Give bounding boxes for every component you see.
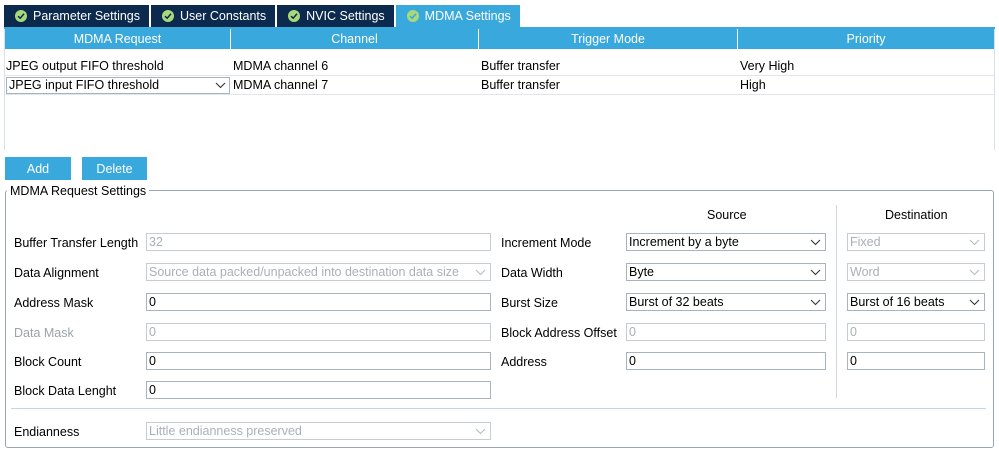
destination-burst-size-value: Burst of 16 beats (850, 295, 945, 309)
source-address-field[interactable]: 0 (626, 352, 826, 370)
address-label: Address (501, 355, 547, 369)
group-title: MDMA Request Settings (7, 184, 150, 198)
column-header-priority[interactable]: Priority (738, 29, 994, 49)
data-alignment-value: Source data packed/unpacked into destina… (149, 265, 459, 279)
tab-mdma-settings[interactable]: MDMA Settings (395, 5, 520, 27)
endianness-select: Little endianness preserved (146, 422, 491, 440)
request-select[interactable]: JPEG input FIFO threshold (6, 76, 230, 94)
check-icon (15, 10, 27, 22)
block-address-offset-label: Block Address Offset (501, 326, 617, 340)
chevron-down-icon (969, 299, 980, 305)
check-icon (162, 10, 174, 22)
cell-channel: MDMA channel 6 (233, 59, 329, 73)
data-width-label: Data Width (501, 266, 563, 280)
table-row[interactable]: JPEG input FIFO threshold MDMA channel 7… (5, 76, 994, 95)
source-block-address-offset-field: 0 (626, 323, 826, 341)
source-increment-mode-value: Increment by a byte (629, 235, 739, 249)
cell-request: JPEG output FIFO threshold (6, 59, 164, 73)
block-data-length-label: Block Data Lenght (14, 384, 117, 398)
add-button[interactable]: Add (5, 157, 71, 180)
delete-button[interactable]: Delete (82, 157, 147, 180)
check-icon (406, 10, 419, 22)
section-divider (11, 408, 986, 409)
cell-priority: High (740, 78, 766, 92)
cell-request: JPEG input FIFO threshold (5, 76, 231, 94)
chevron-down-icon (475, 269, 486, 275)
address-mask-field[interactable]: 0 (146, 293, 491, 311)
block-count-label: Block Count (14, 355, 82, 369)
mdma-request-settings-group (5, 190, 994, 448)
cell-trigger: Buffer transfer (481, 59, 560, 73)
buffer-transfer-length-label: Buffer Transfer Length (14, 236, 139, 250)
chevron-down-icon (810, 269, 821, 275)
chevron-down-icon (810, 299, 821, 305)
tab-label: MDMA Settings (424, 9, 511, 23)
mdma-request-table: MDMA Request Channel Trigger Mode Priori… (4, 29, 995, 150)
block-count-field[interactable]: 0 (146, 352, 491, 370)
tab-label: NVIC Settings (306, 9, 385, 23)
table-row[interactable]: JPEG output FIFO threshold MDMA channel … (5, 57, 994, 76)
block-data-length-field[interactable]: 0 (146, 381, 491, 399)
source-data-width-value: Byte (629, 265, 655, 279)
data-mask-label: Data Mask (14, 326, 74, 340)
increment-mode-label: Increment Mode (501, 236, 592, 250)
source-increment-mode-select[interactable]: Increment by a byte (626, 233, 826, 251)
destination-increment-mode-value: Fixed (850, 235, 881, 249)
tab-label: Parameter Settings (33, 9, 140, 23)
source-data-width-select[interactable]: Byte (626, 263, 826, 281)
cell-trigger: Buffer transfer (481, 78, 560, 92)
endianness-label: Endianness (14, 425, 80, 439)
destination-increment-mode-select: Fixed (847, 233, 985, 251)
destination-address-field[interactable]: 0 (847, 352, 985, 370)
destination-data-width-select: Word (847, 263, 985, 281)
data-alignment-select: Source data packed/unpacked into destina… (146, 263, 491, 281)
tab-parameter-settings[interactable]: Parameter Settings (4, 5, 149, 27)
chevron-down-icon (969, 239, 980, 245)
column-header-trigger-mode[interactable]: Trigger Mode (479, 29, 738, 49)
tab-nvic-settings[interactable]: NVIC Settings (277, 5, 394, 27)
cell-priority: Very High (740, 59, 795, 73)
cell-channel: MDMA channel 7 (233, 78, 329, 92)
table-header: MDMA Request Channel Trigger Mode Priori… (5, 29, 994, 49)
data-alignment-label: Data Alignment (14, 266, 99, 280)
destination-data-width-value: Word (850, 265, 880, 279)
source-burst-size-select[interactable]: Burst of 32 beats (626, 293, 826, 311)
chevron-down-icon (810, 239, 821, 245)
source-burst-size-value: Burst of 32 beats (629, 295, 724, 309)
chevron-down-icon (215, 82, 226, 88)
column-divider (836, 205, 837, 398)
tab-user-constants[interactable]: User Constants (151, 5, 276, 27)
data-mask-field: 0 (146, 323, 491, 341)
address-mask-label: Address Mask (14, 296, 94, 310)
column-header-channel[interactable]: Channel (231, 29, 479, 49)
destination-block-address-offset-field: 0 (847, 323, 985, 341)
destination-header: Destination (885, 208, 948, 222)
endianness-value: Little endianness preserved (149, 424, 302, 438)
burst-size-label: Burst Size (501, 296, 558, 310)
tab-bar: Parameter Settings User Constants NVIC S… (4, 5, 522, 27)
column-header-mdma-request[interactable]: MDMA Request (5, 29, 231, 49)
chevron-down-icon (969, 269, 980, 275)
source-header: Source (707, 208, 747, 222)
chevron-down-icon (475, 428, 486, 434)
destination-burst-size-select[interactable]: Burst of 16 beats (847, 293, 985, 311)
table-body: JPEG output FIFO threshold MDMA channel … (5, 57, 994, 95)
request-select-value: JPEG input FIFO threshold (9, 78, 160, 92)
tab-label: User Constants (180, 9, 267, 23)
check-icon (288, 10, 301, 22)
buffer-transfer-length-field: 32 (146, 233, 491, 251)
